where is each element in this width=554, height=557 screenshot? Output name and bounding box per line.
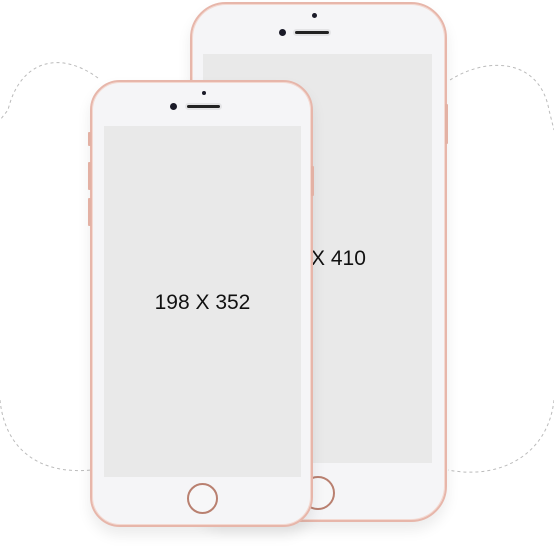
volume-down-button: [88, 198, 91, 226]
camera-icon: [312, 13, 317, 18]
front-camera-icon: [170, 103, 177, 110]
small-phone: 198 X 352: [88, 80, 314, 527]
small-phone-screen: 198 X 352: [104, 126, 301, 477]
mute-switch: [88, 132, 91, 146]
large-screen-size-label: X 410: [311, 247, 366, 270]
side-button: [445, 104, 448, 144]
volume-up-button: [88, 162, 91, 190]
front-camera-icon: [279, 29, 286, 36]
speaker-icon: [187, 105, 220, 108]
home-button[interactable]: [187, 483, 218, 514]
small-screen-size-label: 198 X 352: [154, 291, 251, 314]
speaker-icon: [295, 31, 329, 34]
camera-icon: [202, 91, 206, 95]
power-button: [311, 166, 314, 196]
